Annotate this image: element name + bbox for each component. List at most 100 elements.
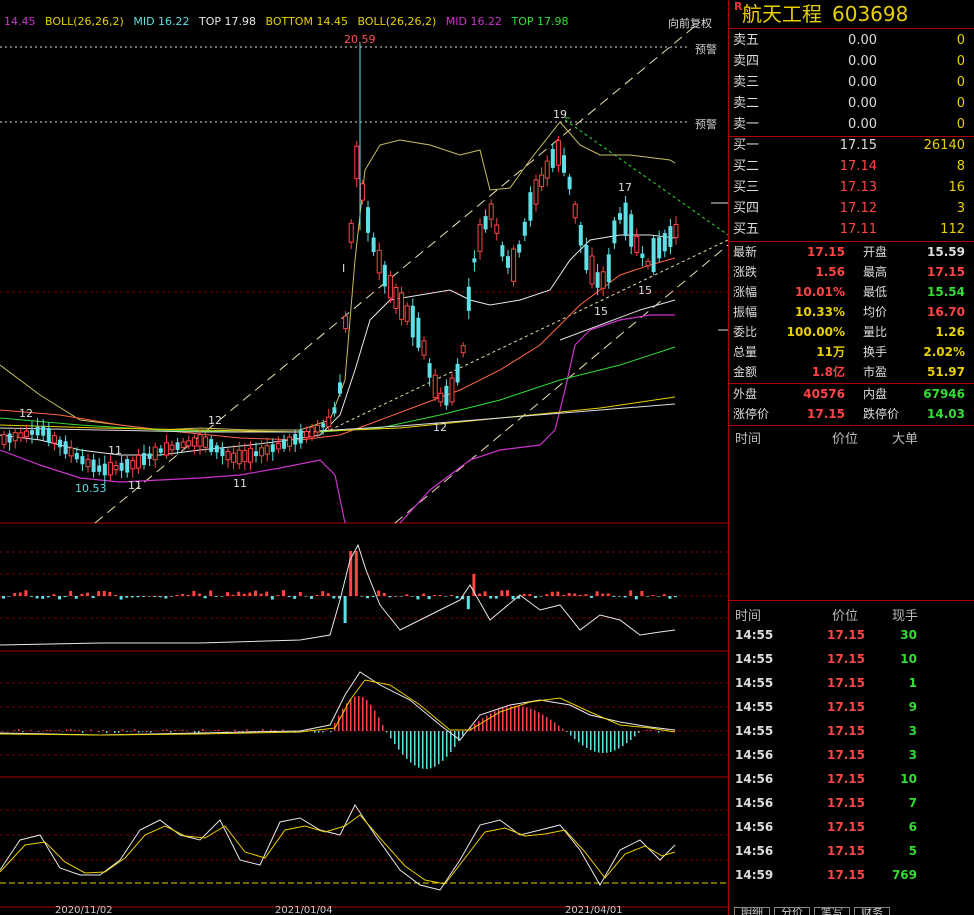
adjust-mode-label[interactable]: 向前复权	[668, 15, 712, 31]
volume-bar	[539, 596, 543, 597]
order-label: 买一	[733, 138, 760, 153]
order-book-row[interactable]: 买三 17.13 16	[733, 177, 969, 198]
tab-pen[interactable]: 笔写	[814, 907, 850, 915]
volume-bar	[444, 596, 448, 597]
tick-row[interactable]: 14:55 17.15 9	[733, 695, 969, 719]
quote-value: 15.59	[927, 245, 965, 259]
chart-canvas[interactable]	[0, 0, 728, 915]
macd-bar	[434, 731, 436, 767]
tick-time: 14:56	[735, 820, 774, 834]
order-price: 0.00	[848, 96, 877, 111]
tick-row[interactable]: 14:55 17.15 1	[733, 671, 969, 695]
candle-body	[102, 463, 107, 476]
quote-label: 委比	[733, 325, 758, 339]
order-book-row[interactable]: 买五 17.11 112	[733, 219, 969, 240]
candle-body	[175, 442, 180, 450]
order-book-row[interactable]: 买一 17.15 26140	[733, 135, 969, 156]
quote-label: 外盘	[733, 387, 758, 401]
quote-value: 10.33%	[795, 305, 845, 319]
tick-row[interactable]: 14:55 17.15 10	[733, 647, 969, 671]
order-book-row[interactable]: 卖一 0.00 0	[733, 114, 969, 135]
macd-bar	[374, 710, 376, 731]
candle-body	[231, 452, 237, 463]
volume-bar	[578, 594, 582, 596]
tick-row[interactable]: 14:59 17.15 769	[733, 863, 969, 887]
macd-bar	[566, 731, 568, 732]
order-price: 17.13	[839, 180, 877, 195]
macd-bar	[166, 729, 168, 731]
low-label-11b: 11	[128, 479, 142, 492]
macd-bar	[506, 706, 508, 731]
volume-bar	[220, 596, 224, 597]
candle-body	[51, 435, 57, 444]
order-book-row[interactable]: 买四 17.12 3	[733, 198, 969, 219]
macd-bar	[14, 730, 16, 731]
order-book-row[interactable]: 卖二 0.00 0	[733, 93, 969, 114]
low-label-1053: 10.53	[75, 482, 107, 495]
candle-body	[209, 439, 214, 452]
candle-body	[85, 458, 91, 468]
tab-finance[interactable]: 财务	[854, 907, 890, 915]
tick-row[interactable]: 14:56 17.15 10	[733, 767, 969, 791]
macd-bar	[350, 699, 352, 731]
tick-volume: 5	[908, 844, 917, 858]
volume-bar	[265, 591, 269, 596]
marker-i: I	[342, 262, 346, 275]
tick-row[interactable]: 14:55 17.15 3	[733, 719, 969, 743]
macd-bar	[150, 731, 152, 733]
candle-body	[158, 448, 163, 453]
macd-bar	[526, 707, 528, 731]
candle-body	[303, 431, 309, 438]
macd-bar	[406, 731, 408, 759]
divider	[729, 600, 974, 601]
macd-bar	[90, 729, 92, 731]
macd-bar	[462, 731, 464, 736]
tick-price: 17.15	[827, 628, 865, 642]
volume-bar	[91, 596, 95, 599]
tab-detail[interactable]: 明细	[734, 907, 770, 915]
candle-body	[343, 315, 349, 330]
quote-label: 跌停价	[863, 407, 900, 421]
tick-row[interactable]: 14:56 17.15 6	[733, 815, 969, 839]
order-volume: 8	[956, 159, 965, 174]
volume-bar	[534, 596, 537, 599]
tick-row[interactable]: 14:56 17.15 7	[733, 791, 969, 815]
candle-body	[321, 423, 326, 428]
candle-body	[578, 224, 583, 246]
candle-body	[97, 465, 102, 472]
candle-body	[444, 385, 449, 406]
order-book-row[interactable]: 买二 17.14 8	[733, 156, 969, 177]
candle-body	[12, 432, 18, 442]
macd-bar	[146, 731, 148, 732]
macd-bar	[366, 700, 368, 731]
macd-bar	[430, 731, 432, 769]
tick-volume: 7	[908, 796, 917, 810]
kline-chart-area[interactable]: 14.45 BOLL(26,26,2) MID 16.22 TOP 17.98 …	[0, 0, 728, 915]
tick-row[interactable]: 14:55 17.15 30	[733, 623, 969, 647]
macd-bar	[626, 731, 628, 744]
macd-bar	[570, 731, 572, 736]
order-book-row[interactable]: 卖五 0.00 0	[733, 30, 969, 51]
volume-bar	[24, 590, 28, 596]
tick-price: 17.15	[827, 748, 865, 762]
volume-bar	[231, 594, 235, 596]
tick-row[interactable]: 14:56 17.15 3	[733, 743, 969, 767]
tick-volume: 6	[908, 820, 917, 834]
volume-bar	[377, 590, 381, 596]
candle-body	[662, 233, 667, 252]
macd-bar	[494, 711, 496, 731]
warning-label-1: 预警	[695, 43, 717, 56]
candle-body	[668, 226, 673, 248]
candle-body	[46, 428, 51, 443]
candle-body	[125, 459, 130, 473]
order-book-row[interactable]: 卖三 0.00 0	[733, 72, 969, 93]
volume-bar	[130, 596, 134, 598]
macd-bar	[558, 725, 560, 731]
tick-row[interactable]: 14:56 17.15 5	[733, 839, 969, 863]
tab-price-split[interactable]: 分价	[774, 907, 810, 915]
order-book-row[interactable]: 卖四 0.00 0	[733, 51, 969, 72]
volume-bar	[287, 596, 291, 597]
macd-bar	[562, 728, 564, 731]
candle-body	[7, 433, 12, 443]
peak-label-19: 19	[553, 108, 567, 121]
